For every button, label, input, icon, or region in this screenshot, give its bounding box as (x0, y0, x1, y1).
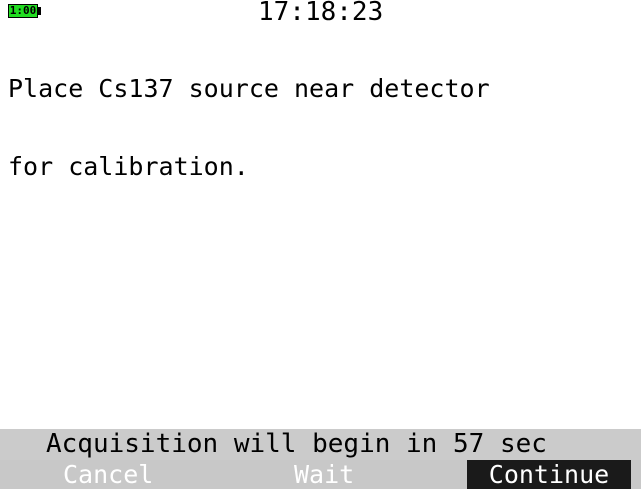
instruction-message: Place Cs137 source near detector for cal… (8, 24, 633, 232)
acquisition-countdown: Acquisition will begin in 57 sec (46, 429, 547, 459)
battery-icon: 1:00 (8, 4, 38, 18)
continue-button[interactable]: Continue (467, 460, 631, 489)
device-screen: 1:00 17:18:23 Place Cs137 source near de… (0, 0, 641, 489)
cancel-button[interactable]: Cancel (63, 460, 153, 489)
message-line-1: Place Cs137 source near detector (8, 74, 490, 103)
softkey-bar: Cancel Wait Continue (0, 460, 641, 489)
top-status-bar: 1:00 17:18:23 (0, 0, 641, 27)
battery-tip-icon (38, 7, 41, 15)
wait-button[interactable]: Wait (294, 460, 354, 489)
acquisition-status-bar: Acquisition will begin in 57 sec (0, 429, 641, 460)
message-line-2: for calibration. (8, 152, 249, 181)
clock: 17:18:23 (258, 0, 384, 27)
battery-label: 1:00 (9, 4, 37, 17)
